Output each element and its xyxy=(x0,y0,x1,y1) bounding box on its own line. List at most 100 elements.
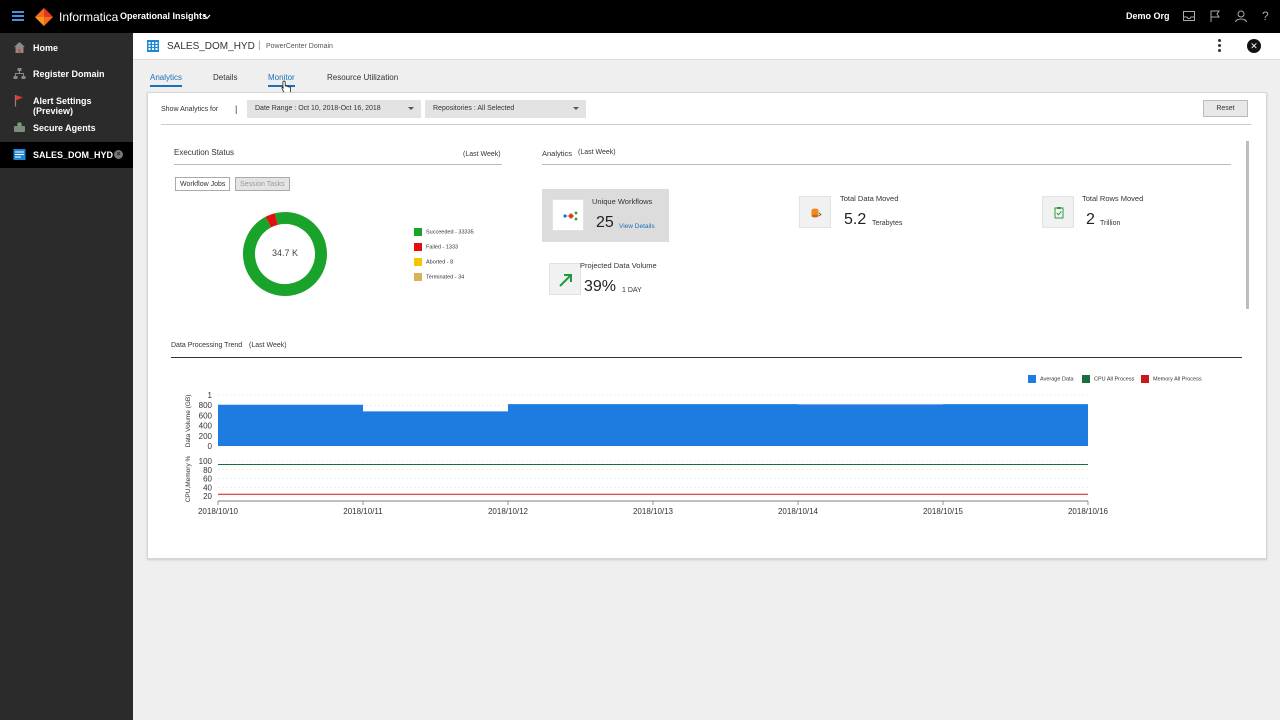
top-bar: Informatica Operational Insights Demo Or… xyxy=(0,0,1280,33)
total-rows-moved-title: Total Rows Moved xyxy=(1082,194,1144,203)
y-tick-label: 60 xyxy=(203,475,212,484)
flag-icon[interactable] xyxy=(1208,9,1222,23)
x-tick-label: 2018/10/10 xyxy=(198,507,239,516)
legend-succeeded: Succeeded - 33335 xyxy=(414,228,474,236)
workflow-icon xyxy=(552,199,584,231)
unique-workflows-value: 25 xyxy=(596,214,614,231)
data-processing-trend-chart: 18006004002000Data Volume (GB)1008060402… xyxy=(185,391,1109,516)
x-tick-label: 2018/10/12 xyxy=(488,507,529,516)
reset-button[interactable]: Reset xyxy=(1203,100,1248,117)
series-average-data xyxy=(218,404,1088,446)
x-tick-label: 2018/10/16 xyxy=(1068,507,1109,516)
close-icon[interactable]: × xyxy=(114,150,123,159)
divider xyxy=(542,164,1231,165)
sidebar-item-alert-settings[interactable]: Alert Settings (Preview) xyxy=(0,88,133,116)
legend-failed: Failed - 1333 xyxy=(414,243,458,251)
x-tick-label: 2018/10/11 xyxy=(343,507,383,516)
more-options-icon[interactable] xyxy=(1218,39,1222,53)
domain-header: SALES_DOM_HYD | PowerCenter Domain ✕ xyxy=(133,33,1280,60)
informatica-logo xyxy=(35,8,53,26)
donut-center-label: 34.7 K xyxy=(271,248,299,258)
show-analytics-label: Show Analytics for xyxy=(161,106,219,113)
scrollbar-thumb[interactable] xyxy=(1246,141,1249,309)
chevron-down-icon[interactable] xyxy=(203,13,211,21)
tab-bar: Analytics Details Monitor Resource Utili… xyxy=(133,60,1280,94)
x-tick-label: 2018/10/15 xyxy=(923,507,964,516)
y-tick-label: 1 xyxy=(208,391,213,400)
filter-separator: | xyxy=(235,104,238,114)
repositories-dropdown[interactable]: Repositories : All Selected xyxy=(425,100,586,118)
sidebar-item-home[interactable]: Home xyxy=(0,35,133,61)
agent-icon xyxy=(14,122,25,132)
y-tick-label: 200 xyxy=(199,432,213,441)
workflow-jobs-toggle[interactable]: Workflow Jobs xyxy=(175,177,231,191)
total-data-moved-value: 5.2 xyxy=(844,211,867,228)
tab-resource-utilization[interactable]: Resource Utilization xyxy=(327,73,398,85)
brand-name: Informatica xyxy=(59,10,119,24)
y-tick-label: 800 xyxy=(199,401,213,410)
home-icon xyxy=(14,42,25,53)
domain-icon xyxy=(13,149,26,160)
sidebar-item-label: Register Domain xyxy=(33,69,105,79)
execution-status-title: Execution Status xyxy=(174,148,235,157)
inbox-icon[interactable] xyxy=(1182,9,1196,23)
total-data-moved-unit: Terabytes xyxy=(872,220,903,227)
divider xyxy=(171,357,1242,358)
analytics-period: (Last Week) xyxy=(578,149,616,156)
divider xyxy=(174,164,502,165)
analytics-panel: Show Analytics for | Date Range : Oct 10… xyxy=(147,92,1267,559)
sidebar-item-label: Home xyxy=(33,43,59,53)
view-details-link[interactable]: View Details xyxy=(619,223,655,230)
y-axis-label: Data Volume (GB) xyxy=(185,395,192,448)
domain-type: PowerCenter Domain xyxy=(266,43,333,50)
data-moved-icon xyxy=(799,196,831,228)
sidebar: Home Register Domain Alert Settings (Pre… xyxy=(0,33,133,720)
session-tasks-toggle[interactable]: Session Tasks xyxy=(235,177,290,191)
x-tick-label: 2018/10/13 xyxy=(633,507,674,516)
projected-title: Projected Data Volume xyxy=(580,261,657,270)
rows-moved-icon xyxy=(1042,196,1074,228)
sidebar-item-register-domain[interactable]: Register Domain xyxy=(0,61,133,87)
date-range-dropdown[interactable]: Date Range : Oct 10, 2018-Oct 16, 2018 xyxy=(247,100,421,118)
legend-average-data: Average Data xyxy=(1028,375,1074,383)
unique-workflows-title: Unique Workflows xyxy=(592,197,653,206)
legend-aborted: Aborted - 8 xyxy=(414,258,453,266)
sidebar-item-label: Alert Settings (Preview) xyxy=(33,96,92,116)
sidebar-item-secure-agents[interactable]: Secure Agents xyxy=(0,115,133,141)
legend-memory: Memory All Process xyxy=(1141,375,1202,383)
trend-title: Data Processing Trend xyxy=(171,342,243,349)
flag-icon xyxy=(14,95,23,107)
projected-unit: 1 DAY xyxy=(622,287,642,294)
y-axis-label: CPU,Memory % xyxy=(185,455,192,502)
org-name[interactable]: Demo Org xyxy=(1126,11,1170,21)
y-tick-label: 20 xyxy=(203,492,212,501)
header-separator: | xyxy=(258,40,261,51)
network-icon xyxy=(13,68,26,79)
y-tick-label: 600 xyxy=(199,411,213,420)
trend-period: (Last Week) xyxy=(249,342,287,349)
total-rows-moved-value: 2 xyxy=(1086,211,1095,228)
legend-terminated: Terminated - 34 xyxy=(414,273,464,281)
repositories-value: Repositories : All Selected xyxy=(433,105,515,112)
sidebar-item-sales-dom-hyd[interactable]: SALES_DOM_HYD × xyxy=(0,142,133,168)
filter-bar: Show Analytics for | Date Range : Oct 10… xyxy=(161,99,1251,125)
date-range-value: Date Range : Oct 10, 2018-Oct 16, 2018 xyxy=(255,105,381,112)
y-tick-label: 100 xyxy=(199,457,213,466)
help-icon[interactable]: ? xyxy=(1262,9,1276,23)
y-tick-label: 0 xyxy=(208,442,213,451)
projected-icon xyxy=(549,263,581,295)
caret-down-icon xyxy=(573,107,579,110)
x-tick-label: 2018/10/14 xyxy=(778,507,819,516)
tab-details[interactable]: Details xyxy=(213,73,237,85)
close-icon[interactable]: ✕ xyxy=(1247,39,1261,53)
sidebar-item-label: Secure Agents xyxy=(33,123,96,133)
product-switcher[interactable]: Operational Insights xyxy=(120,11,207,21)
tab-analytics[interactable]: Analytics xyxy=(150,73,183,87)
menu-icon[interactable] xyxy=(12,11,24,21)
projected-value: 39% xyxy=(584,278,617,295)
user-icon[interactable] xyxy=(1234,9,1248,23)
execution-status-period: (Last Week) xyxy=(463,151,501,158)
caret-down-icon xyxy=(408,107,414,110)
y-tick-label: 80 xyxy=(203,466,212,475)
y-tick-label: 40 xyxy=(203,483,212,492)
